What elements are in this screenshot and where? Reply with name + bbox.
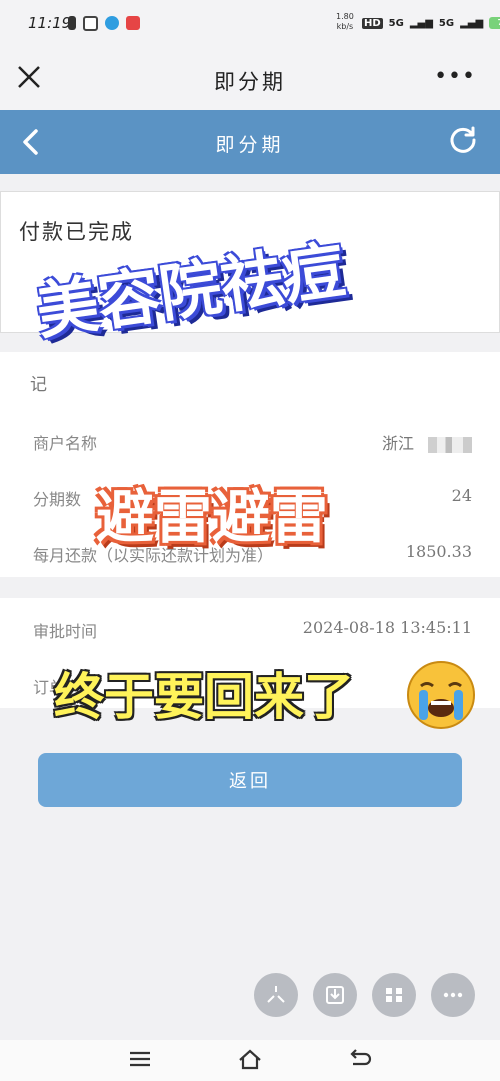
- signal-bars-icon: ▂▄▆: [409, 17, 433, 29]
- page-title: 即分期: [215, 134, 285, 156]
- redacted-blur: [428, 436, 472, 453]
- crying-face-icon: [407, 661, 475, 729]
- network-speed: 1.80 kb/s: [336, 12, 354, 32]
- monthly-payment-value: 1850.33: [405, 542, 472, 561]
- overlay-title-line2: 避雷避雷: [96, 483, 329, 551]
- return-button[interactable]: 返回: [38, 753, 462, 807]
- app-icon: [83, 16, 98, 31]
- more-button[interactable]: [431, 973, 475, 1017]
- tool-icon: [267, 986, 285, 1003]
- more-menu-icon[interactable]: •••: [434, 66, 476, 88]
- refresh-icon[interactable]: [448, 125, 478, 155]
- tool-button[interactable]: [254, 973, 298, 1017]
- merchant-label: 商户名称: [33, 434, 98, 453]
- approval-time-label: 审批时间: [33, 622, 98, 641]
- back-icon[interactable]: [347, 1048, 373, 1070]
- speed-unit: kb/s: [336, 22, 354, 31]
- telegram-icon: [105, 16, 119, 30]
- shop-icon: [126, 16, 140, 30]
- status-time: 11:19: [28, 14, 72, 32]
- page-header: 即分期: [0, 110, 500, 174]
- merchant-row: 商户名称 浙江: [33, 430, 472, 454]
- grid-button[interactable]: [372, 973, 416, 1017]
- hd-indicator: HD: [362, 17, 383, 29]
- download-icon: [326, 986, 344, 1004]
- home-icon[interactable]: [237, 1048, 263, 1070]
- status-bar: 11:19 1.80 kb/s HD 5G ▂▄▆ 5G ▂▄▆ 76: [0, 0, 500, 50]
- approval-time-value: 2024-08-18 13:45:11: [302, 618, 472, 637]
- merchant-value: 浙江: [382, 430, 472, 454]
- tiktok-icon: [68, 16, 76, 30]
- app-title: 即分期: [214, 70, 286, 94]
- payment-status: 付款已完成: [19, 220, 134, 244]
- approval-time-row: 审批时间 2024-08-18 13:45:11: [33, 618, 472, 642]
- battery-icon: 76: [489, 17, 500, 29]
- menu-icon[interactable]: [127, 1048, 153, 1070]
- more-icon: [443, 992, 463, 998]
- term-value: 24: [451, 486, 472, 505]
- term-label: 分期数: [33, 490, 82, 509]
- system-nav-bar: [0, 1040, 500, 1081]
- signal-5g-1: 5G: [388, 17, 404, 29]
- speed-value: 1.80: [336, 12, 354, 21]
- overlay-title-line3: 终于要回来了: [54, 668, 354, 726]
- notification-icons: [68, 16, 140, 31]
- merchant-name: 浙江: [381, 434, 414, 453]
- signal-bars-icon: ▂▄▆: [460, 17, 484, 29]
- section-title: 记: [30, 375, 47, 395]
- signal-group: HD 5G ▂▄▆ 5G ▂▄▆ 76: [362, 17, 500, 29]
- download-button[interactable]: [313, 973, 357, 1017]
- signal-5g-2: 5G: [438, 17, 455, 29]
- grid-icon: [386, 988, 402, 1002]
- app-title-bar: 即分期 •••: [0, 50, 500, 110]
